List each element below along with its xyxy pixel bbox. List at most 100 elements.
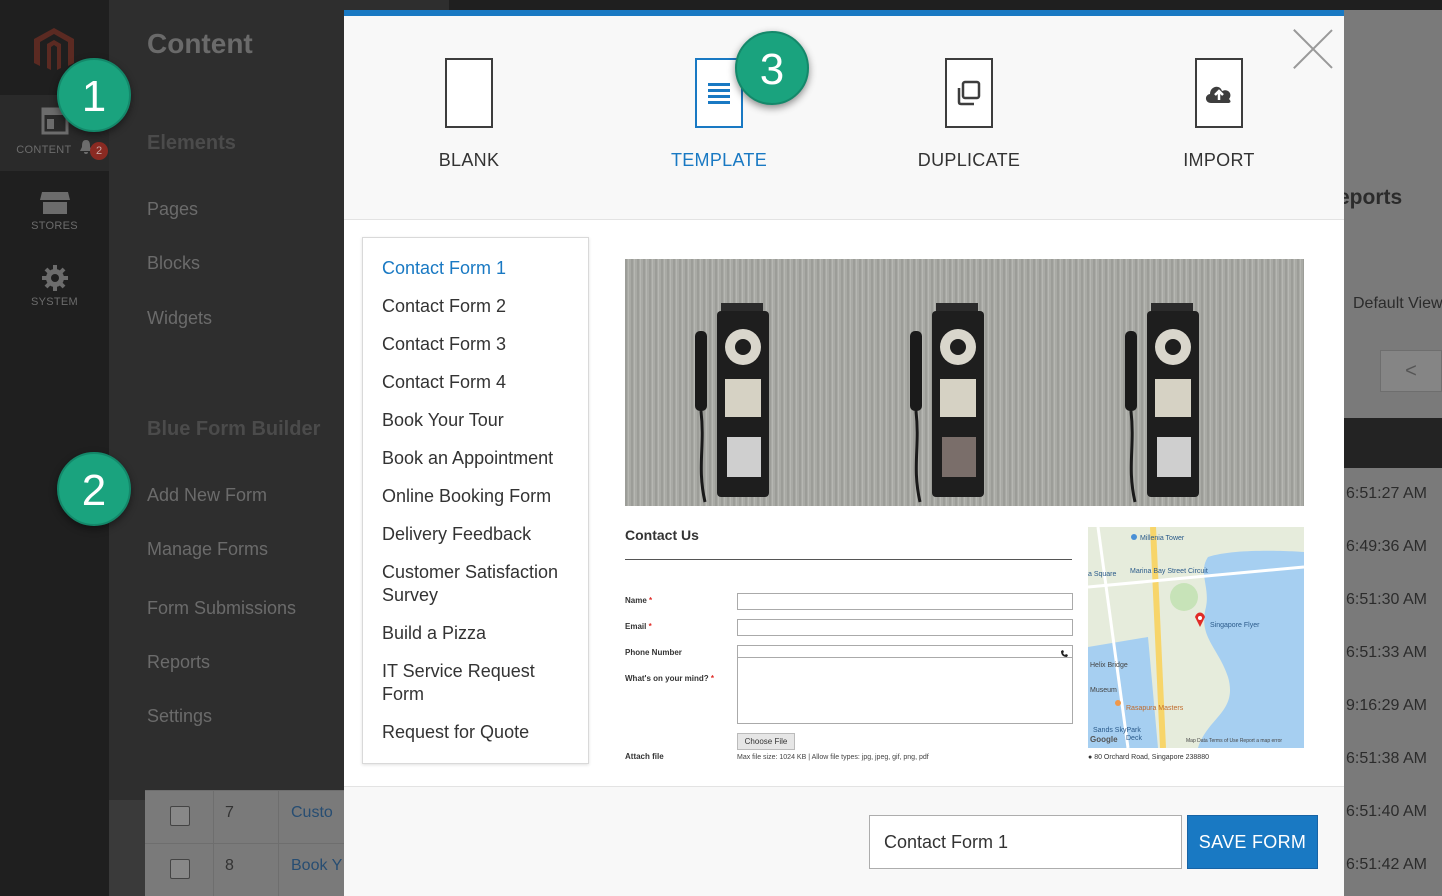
top-header-strip [449, 0, 1442, 10]
nav-content-label: CONTENT [16, 144, 72, 156]
new-form-modal: BLANK TEMPLATE DUPLICATE IMPORT Contact … [344, 10, 1344, 896]
template-item[interactable]: Customer Satisfaction Survey [363, 561, 588, 607]
flyout-title: Content [147, 28, 253, 59]
location-pin-icon: ● [1088, 754, 1093, 761]
map-address: ● 80 Orchard Road, Singapore 238880 [1088, 754, 1209, 761]
nav-stores-label: STORES [31, 220, 78, 232]
background-grid-rows: 7 Custo 8 Book Y [145, 790, 345, 896]
row-link[interactable]: Custo [291, 804, 333, 822]
callout-1: 1 [57, 58, 131, 132]
map-attribution: Map Data Terms of Use Report a map error [1186, 738, 1283, 744]
nav-system-label: SYSTEM [30, 296, 79, 308]
template-item[interactable]: Book Your Tour [363, 409, 588, 432]
default-view-dropdown[interactable]: Default View [1353, 295, 1442, 313]
row-checkbox[interactable] [170, 859, 190, 879]
notification-badge: 2 [90, 142, 108, 160]
store-icon [39, 192, 70, 214]
callout-3: 3 [735, 31, 809, 105]
template-item[interactable]: Delivery Feedback [363, 523, 588, 546]
option-duplicate[interactable]: DUPLICATE [889, 58, 1049, 171]
template-item[interactable]: Online Booking Form [363, 485, 588, 508]
row-time: 6:51:40 AM [1346, 803, 1427, 820]
preview-map: Millenia Tower a Square Marina Bay Stree… [1088, 527, 1304, 748]
map-graphic [1088, 527, 1304, 748]
map-label: Rasapura Masters [1126, 705, 1184, 712]
divider [625, 559, 1072, 560]
link-blocks[interactable]: Blocks [147, 253, 200, 274]
payphones-photo [625, 259, 1304, 506]
option-import-label: IMPORT [1183, 150, 1255, 170]
map-label: Singapore Flyer [1210, 622, 1260, 629]
template-item[interactable]: IT Service Request Form [363, 660, 588, 706]
cloud-upload-icon [1195, 58, 1243, 128]
modal-header: BLANK TEMPLATE DUPLICATE IMPORT [344, 16, 1344, 220]
field-label-message: What's on your mind? * [625, 674, 715, 683]
row-time: 6:51:30 AM [1346, 591, 1427, 608]
link-pages[interactable]: Pages [147, 199, 198, 220]
field-label-phone: Phone Number [625, 648, 682, 657]
row-id: 7 [225, 804, 234, 821]
google-logo: Google [1090, 735, 1118, 744]
template-item[interactable]: Request for Quote [363, 721, 588, 744]
option-duplicate-label: DUPLICATE [917, 150, 1021, 170]
link-manage-forms[interactable]: Manage Forms [147, 539, 268, 560]
magento-logo [34, 28, 74, 70]
row-time: 6:51:42 AM [1346, 856, 1427, 873]
map-label: Museum [1090, 687, 1117, 694]
template-item[interactable]: Book an Appointment [363, 447, 588, 470]
pager-prev-button[interactable]: < [1380, 350, 1442, 392]
map-label: Deck [1126, 735, 1142, 742]
row-time: 9:16:29 AM [1346, 697, 1427, 714]
callout-2: 2 [57, 452, 131, 526]
row-checkbox[interactable] [170, 806, 190, 826]
form-name-input[interactable] [869, 815, 1182, 869]
bfb-heading: Blue Form Builder [147, 418, 321, 440]
option-import[interactable]: IMPORT [1139, 58, 1299, 171]
blank-page-icon [445, 58, 493, 128]
grid-header [1344, 418, 1442, 468]
file-hint: Max file size: 1024 KB | Allow file type… [737, 754, 929, 761]
link-add-new-form[interactable]: Add New Form [147, 485, 267, 506]
preview-message-textarea [737, 657, 1073, 724]
column-divider [213, 791, 214, 844]
reports-heading: eports [1338, 186, 1403, 209]
save-form-button[interactable]: SAVE FORM [1187, 815, 1318, 869]
field-label-name: Name * [625, 596, 653, 605]
table-row: 7 Custo [145, 790, 345, 844]
preview-form-title: Contact Us [625, 527, 699, 543]
row-time: 6:51:27 AM [1346, 485, 1427, 502]
link-widgets[interactable]: Widgets [147, 308, 212, 329]
column-divider [278, 844, 279, 896]
field-label-attach: Attach file [625, 752, 664, 761]
template-item[interactable]: Contact Form 4 [363, 371, 588, 394]
link-settings[interactable]: Settings [147, 706, 212, 727]
table-row: 8 Book Y [145, 843, 345, 896]
preview-email-input [737, 619, 1073, 636]
row-time: 6:49:36 AM [1346, 538, 1427, 555]
template-item[interactable]: Contact Form 3 [363, 333, 588, 356]
field-label-email: Email * [625, 622, 652, 631]
row-time: 6:51:33 AM [1346, 644, 1427, 661]
preview-name-input [737, 593, 1073, 610]
map-label: Sands SkyPark [1093, 727, 1141, 734]
template-item[interactable]: Build a Pizza [363, 622, 588, 645]
elements-heading: Elements [147, 132, 236, 154]
link-reports[interactable]: Reports [147, 652, 210, 673]
template-list: Contact Form 1 Contact Form 2 Contact Fo… [362, 237, 589, 764]
template-item[interactable]: Contact Form 1 [363, 257, 588, 280]
option-blank-label: BLANK [438, 150, 500, 170]
option-blank[interactable]: BLANK [389, 58, 549, 171]
row-link[interactable]: Book Y [291, 857, 342, 875]
copy-icon [945, 58, 993, 128]
nav-stores[interactable]: STORES [0, 190, 109, 232]
map-label: a Square [1088, 571, 1117, 578]
row-id: 8 [225, 857, 234, 874]
gear-icon [41, 265, 68, 291]
template-item[interactable]: Contact Form 2 [363, 295, 588, 318]
link-form-submissions[interactable]: Form Submissions [147, 598, 296, 619]
modal-footer: SAVE FORM [344, 786, 1344, 896]
map-label: Helix Bridge [1090, 662, 1128, 669]
option-template-label: TEMPLATE [670, 150, 768, 170]
nav-system[interactable]: SYSTEM [0, 264, 109, 308]
template-preview: Contact Us Name * Email * Phone Number W… [625, 259, 1304, 764]
